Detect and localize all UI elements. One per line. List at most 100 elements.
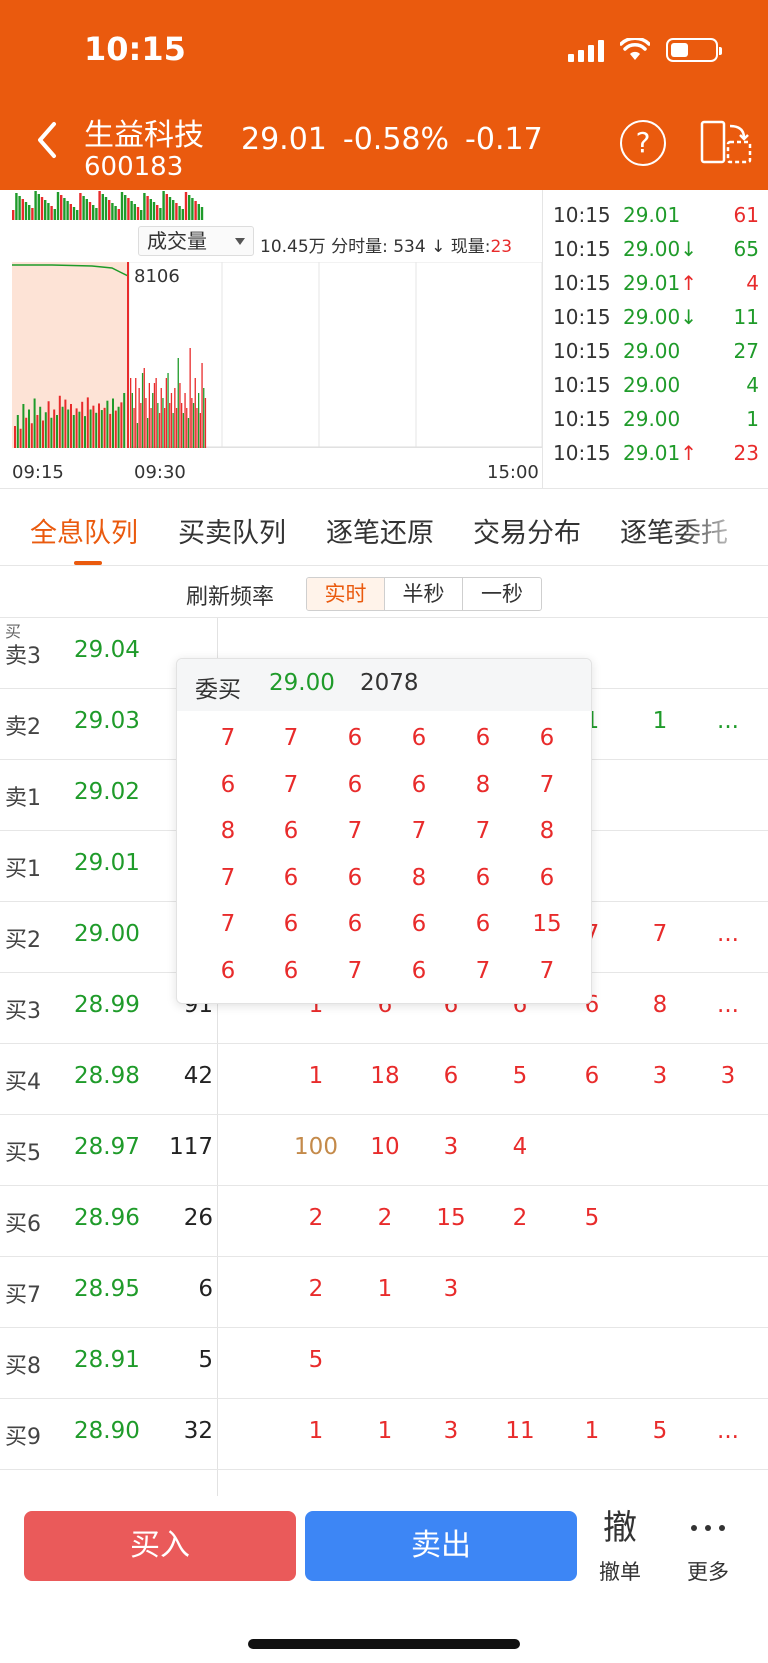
- pre-open-volume-bar: [42, 420, 44, 448]
- session-volume-bar: [138, 388, 140, 448]
- refresh-option-realtime[interactable]: 实时: [307, 578, 385, 610]
- order-book-row[interactable]: 买9 28.90 32 1 1 3 11 1 5...: [0, 1399, 768, 1470]
- pre-open-volume-bar: [58, 395, 61, 448]
- tick-trades-list[interactable]: 10:15 29.01 61 10:15 29.00↓ 65 10:15 29.01↑ 4 10:…: [542, 190, 768, 488]
- session-volume-bar: [164, 408, 166, 448]
- session-volume-bar: [155, 378, 157, 448]
- popup-order-cell: 6: [347, 911, 363, 937]
- more-button[interactable]: 更多: [673, 1506, 743, 1586]
- price-strip-bar: [197, 204, 200, 220]
- level-total: 5: [198, 1347, 213, 1373]
- order-book-row[interactable]: 买6 28.96 26 2 2 15 2 5: [0, 1186, 768, 1257]
- popup-order-cell: 6: [283, 911, 299, 937]
- current-volume-value: 23: [490, 237, 513, 257]
- pre-open-volume-bar: [86, 397, 89, 448]
- order-book-row[interactable]: 买4 28.98 42 1 18 6 5 6 3 3: [0, 1044, 768, 1115]
- price-strip-bar: [24, 202, 28, 220]
- price-strip-bar: [76, 210, 79, 220]
- trade-arrow-icon: ↓: [680, 237, 698, 261]
- popup-order-cell: 7: [283, 771, 299, 798]
- trade-row: 10:15 29.00↓ 65: [553, 232, 763, 266]
- session-volume-bar: [189, 348, 191, 448]
- order-book-row[interactable]: 买7 28.95 6 2 1 3: [0, 1257, 768, 1328]
- price-strip-bar: [53, 209, 56, 220]
- order-size-cell: 2: [377, 1205, 393, 1231]
- popup-order-cell: 6: [411, 911, 427, 937]
- price-strip-bar: [146, 196, 149, 220]
- order-size-cell: 5: [652, 1418, 668, 1444]
- order-size-cell: 3: [652, 1063, 668, 1089]
- level-total: 117: [169, 1134, 213, 1160]
- app-header: 10:15 生益科技 600183 29.01 -0.58% -0.17 ?: [0, 0, 768, 190]
- price-strip-bar: [120, 192, 124, 220]
- order-size-cell: 2: [308, 1205, 324, 1231]
- price-strip-bar: [85, 199, 88, 220]
- session-volume-bar: [204, 398, 207, 448]
- level-label: 买3: [5, 999, 41, 1024]
- buy-button[interactable]: 买入: [24, 1511, 296, 1581]
- trade-volume: 4: [746, 271, 759, 295]
- pre-open-volume-bar: [28, 409, 30, 448]
- price-strip-bar: [60, 195, 63, 220]
- price-strip-bar: [66, 201, 69, 220]
- more-dots-icon: [673, 1506, 743, 1550]
- session-volume-bar: [174, 388, 176, 448]
- order-book-row[interactable]: 买8 28.91 5 5: [0, 1328, 768, 1399]
- level-label: 卖2: [5, 715, 41, 740]
- refresh-option-one-second[interactable]: 一秒: [463, 578, 541, 610]
- caret-down-icon: [235, 238, 245, 245]
- volume-peak-label: 8106: [134, 266, 180, 287]
- popup-order-cell: 6: [347, 725, 363, 751]
- popup-order-cell: 6: [283, 864, 299, 891]
- trade-price: 29.00: [623, 407, 713, 431]
- level-price: 28.97: [74, 1134, 140, 1160]
- order-book-row[interactable]: 买5 28.97 117 100 10 3 4: [0, 1115, 768, 1186]
- price-strip-bar: [18, 196, 21, 220]
- session-volume-bar: [135, 378, 137, 448]
- price-strip-bar: [88, 202, 92, 220]
- price-strip-bar: [44, 200, 47, 220]
- session-volume-bar: [198, 393, 200, 448]
- order-size-cell: 6: [443, 1063, 459, 1089]
- level-total: 42: [183, 1063, 213, 1089]
- trade-price: 29.00: [623, 339, 713, 363]
- level-total: 32: [183, 1418, 213, 1444]
- order-queue-popup[interactable]: 委买 29.00 2078 7 7 6 6 6 6 6 7 6 6 8 7 8 6 7 7 7 8 7 6 6 8 6 6 7 6…: [176, 658, 592, 1004]
- tab-full-queue[interactable]: 全息队列: [30, 511, 138, 550]
- trade-volume: 65: [733, 237, 759, 261]
- trade-volume: 11: [733, 305, 759, 329]
- trade-price: 29.00: [623, 373, 713, 397]
- cancel-order-button[interactable]: 撤 撤单: [585, 1506, 655, 1586]
- price-strip-bar: [136, 207, 140, 220]
- session-volume-bar: [153, 383, 156, 448]
- tab-trade-distribution[interactable]: 交易分布: [473, 511, 581, 550]
- pre-open-volume-bar: [16, 415, 19, 448]
- sell-button[interactable]: 卖出: [305, 1511, 577, 1581]
- pre-open-volume-bar: [64, 399, 67, 448]
- trade-price-value: 29.01: [623, 441, 681, 465]
- refresh-option-half-second[interactable]: 半秒: [385, 578, 463, 610]
- rotate-screen-icon[interactable]: [700, 118, 752, 166]
- order-size-cell: 2: [308, 1276, 324, 1302]
- session-volume-bar: [136, 423, 139, 448]
- order-size-cell: 3: [443, 1276, 459, 1302]
- back-arrow-icon[interactable]: [28, 118, 68, 162]
- help-icon[interactable]: ?: [620, 120, 666, 166]
- tab-tick-restore[interactable]: 逐笔还原: [326, 511, 434, 550]
- order-size-cell: 7: [652, 921, 668, 947]
- price-strip-bar: [37, 194, 40, 220]
- cancel-order-icon: 撤: [603, 1508, 637, 1548]
- session-volume-bar: [147, 418, 149, 448]
- popup-order-cell: 6: [411, 725, 427, 751]
- popup-order-cell: 6: [475, 864, 491, 891]
- price-strip-bar: [104, 197, 108, 220]
- volume-indicator-select[interactable]: 成交量: [138, 226, 254, 256]
- price-strip-bar: [200, 207, 204, 220]
- tab-bid-ask-queue[interactable]: 买卖队列: [178, 511, 286, 550]
- price-strip-bar: [92, 205, 95, 220]
- popup-order-cell: 7: [220, 911, 236, 937]
- order-size-cell: 100: [294, 1134, 338, 1160]
- popup-order-cell: 6: [411, 771, 427, 798]
- order-size-cell: ...: [717, 708, 739, 734]
- price-strip-bar: [165, 194, 168, 220]
